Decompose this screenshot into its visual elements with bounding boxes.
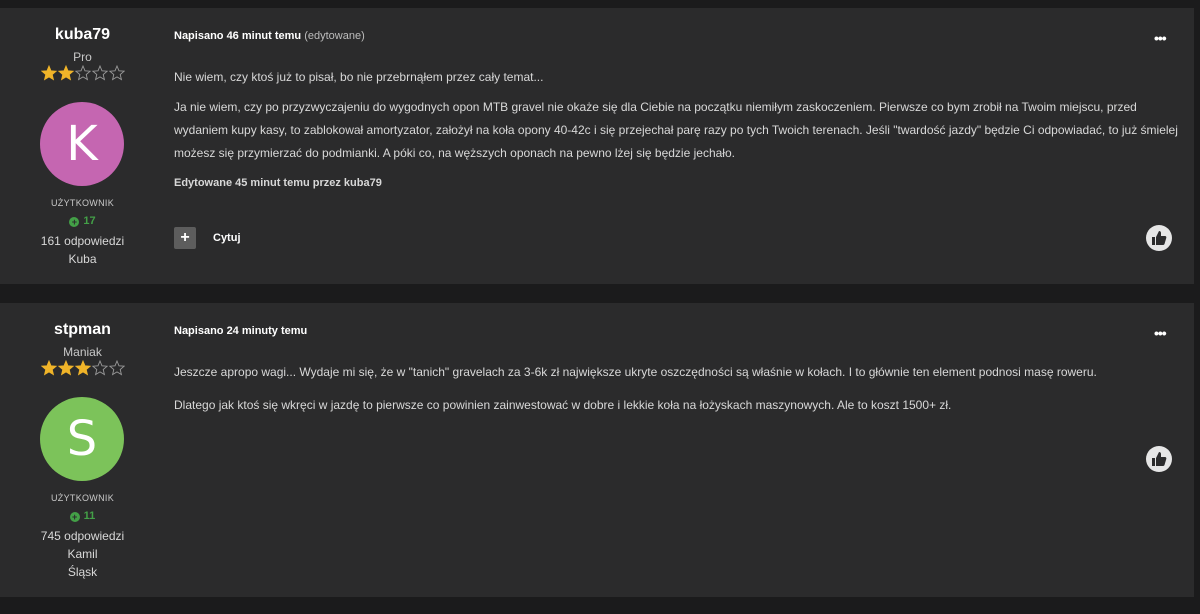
author-panel: stpman Maniak S UŻYTKOWNIK +11 745 odpow… xyxy=(0,303,165,597)
author-panel: kuba79 Pro K UŻYTKOWNIK +17 161 odpowied… xyxy=(0,8,165,284)
post-paragraph: Jeszcze apropo wagi... Wydaje mi się, że… xyxy=(174,365,1097,379)
thumbs-up-icon xyxy=(1152,231,1167,245)
reputation-badge: +11 xyxy=(0,510,165,522)
like-button[interactable] xyxy=(1146,225,1172,251)
post-content: Jeszcze apropo wagi... Wydaje mi się, że… xyxy=(174,361,1184,384)
star-empty-icon xyxy=(91,360,109,376)
star-filled-icon xyxy=(41,360,58,376)
star-empty-icon xyxy=(91,65,109,81)
post-1: kuba79 Pro K UŻYTKOWNIK +17 161 odpowied… xyxy=(0,8,1194,284)
author-rank: Maniak xyxy=(63,345,102,359)
star-filled-icon xyxy=(57,65,75,81)
author-rank: Pro xyxy=(73,50,92,64)
avatar[interactable]: S xyxy=(40,397,124,481)
edited-flag: (edytowane) xyxy=(304,30,365,42)
post-content: Dlatego jak ktoś się wkręci w jazdę to p… xyxy=(174,394,1184,417)
post-2: stpman Maniak S UŻYTKOWNIK +11 745 odpow… xyxy=(0,303,1194,597)
post-content: Nie wiem, czy ktoś już to pisał, bo nie … xyxy=(174,66,1184,89)
thumbs-up-icon xyxy=(1152,452,1167,466)
quote-button[interactable]: Cytuj xyxy=(213,232,241,244)
author-username[interactable]: stpman xyxy=(0,321,165,339)
star-empty-icon xyxy=(108,360,125,376)
rank-stars-icon xyxy=(41,360,125,376)
post-date[interactable]: Napisano 46 minut temu xyxy=(174,30,301,42)
star-empty-icon xyxy=(108,65,125,81)
author-replies: 745 odpowiedzi xyxy=(40,529,125,543)
star-filled-icon xyxy=(41,65,58,81)
plus-circle-icon: + xyxy=(69,512,80,522)
like-button[interactable] xyxy=(1146,446,1172,472)
edit-note: Edytowane 45 minut temu przez kuba79 xyxy=(174,177,382,189)
author-replies: 161 odpowiedzi xyxy=(40,234,125,248)
post-meta: Napisano 24 minuty temu xyxy=(174,325,307,337)
post-date[interactable]: Napisano 24 minuty temu xyxy=(174,325,307,337)
more-options-icon[interactable]: ••• xyxy=(1154,325,1167,341)
reputation-badge: +17 xyxy=(0,215,165,227)
author-role: UŻYTKOWNIK xyxy=(51,198,114,208)
multiquote-button[interactable]: + xyxy=(174,227,196,249)
author-role: UŻYTKOWNIK xyxy=(51,493,114,503)
more-options-icon[interactable]: ••• xyxy=(1154,30,1167,46)
post-meta: Napisano 46 minut temu (edytowane) xyxy=(174,30,365,42)
plus-circle-icon: + xyxy=(69,217,80,227)
post-paragraph: Nie wiem, czy ktoś już to pisał, bo nie … xyxy=(174,70,544,84)
post-content: Ja nie wiem, czy po przyzwyczajeniu do w… xyxy=(174,96,1184,165)
author-name: Kamil xyxy=(67,547,98,561)
star-filled-icon xyxy=(74,360,92,376)
post-paragraph: Dlatego jak ktoś się wkręci w jazdę to p… xyxy=(174,398,952,412)
post-paragraph: Ja nie wiem, czy po przyzwyczajeniu do w… xyxy=(174,100,1178,160)
rank-stars-icon xyxy=(41,65,125,81)
author-username[interactable]: kuba79 xyxy=(0,26,165,44)
author-name: Kuba xyxy=(68,252,97,266)
author-location: Śląsk xyxy=(67,565,98,579)
star-empty-icon xyxy=(74,65,92,81)
avatar[interactable]: K xyxy=(40,102,124,186)
star-filled-icon xyxy=(57,360,75,376)
